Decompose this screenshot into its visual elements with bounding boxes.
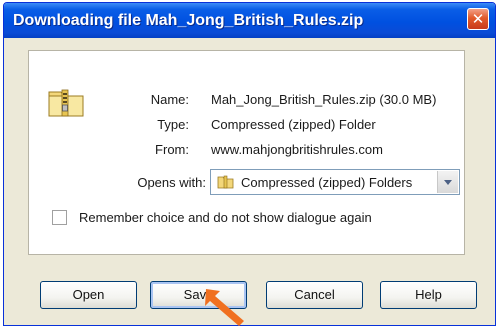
title-bar[interactable]: Downloading file Mah_Jong_British_Rules.… [4, 3, 495, 38]
open-button[interactable]: Open [40, 281, 137, 309]
type-value: Compressed (zipped) Folder [211, 117, 376, 132]
opens-with-label: Opens with: [137, 175, 206, 190]
close-icon: ✕ [471, 10, 485, 28]
type-label: Type: [157, 117, 189, 132]
opens-with-dropdown-button[interactable] [437, 171, 458, 193]
name-value: Mah_Jong_British_Rules.zip (30.0 MB) [211, 92, 437, 107]
window-title: Downloading file Mah_Jong_British_Rules.… [13, 12, 364, 29]
close-button[interactable]: ✕ [467, 8, 489, 30]
opens-with-select[interactable]: Compressed (zipped) Folders [210, 169, 460, 195]
remember-label[interactable]: Remember choice and do not show dialogue… [79, 210, 372, 225]
zip-folder-icon [48, 89, 84, 117]
cancel-button[interactable]: Cancel [266, 281, 363, 309]
from-value: www.mahjongbritishrules.com [211, 142, 383, 157]
remember-checkbox[interactable] [52, 210, 67, 225]
name-label: Name: [150, 92, 189, 107]
help-button[interactable]: Help [380, 281, 477, 309]
chevron-down-icon [444, 179, 452, 185]
from-label: From: [155, 142, 189, 157]
folder-icon [217, 175, 234, 189]
opens-with-value: Compressed (zipped) Folders [241, 175, 413, 190]
pointer-arrow-icon [205, 289, 244, 326]
